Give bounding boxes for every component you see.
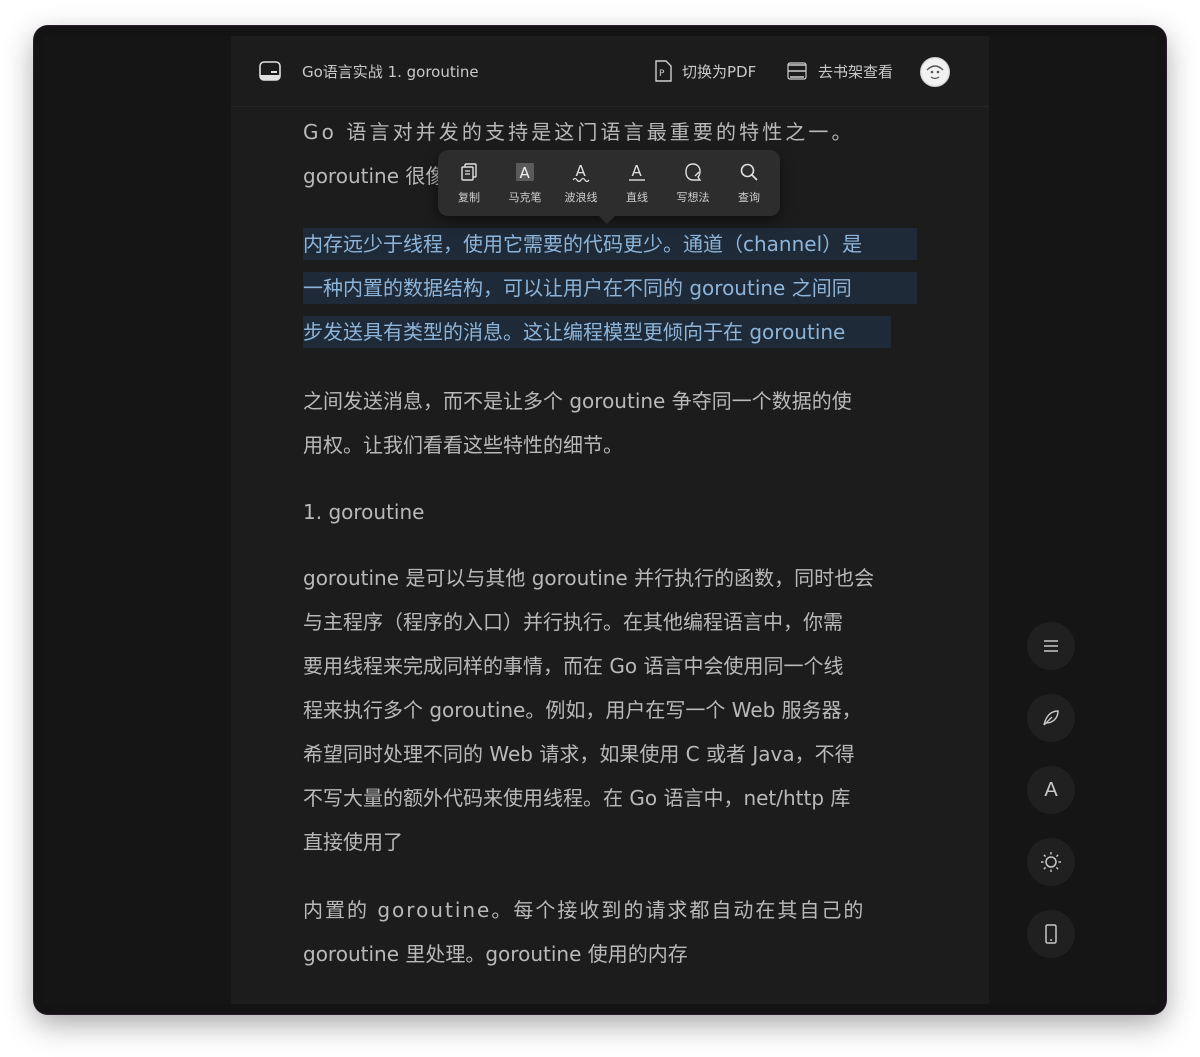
notes-button[interactable]	[1027, 694, 1075, 742]
lookup-label: 查询	[738, 191, 760, 204]
font-settings-button[interactable]: A	[1027, 766, 1075, 814]
text-line: 之间发送消息，而不是让多个 goroutine 争夺同一个数据的使	[303, 389, 852, 413]
switch-pdf-button[interactable]: P 切换为PDF	[654, 59, 756, 83]
wavy-underline-label: 波浪线	[564, 191, 598, 204]
reader-pane: Go语言实战 1. goroutine P 切换为PDF 去书架查看 Go 语言…	[231, 36, 989, 1004]
text-line: 程来执行多个 goroutine。例如，用户在写一个 Web 服务器，	[303, 698, 862, 722]
table-of-contents-button[interactable]	[1027, 622, 1075, 670]
copy-icon	[461, 163, 477, 181]
notes-leaf-icon	[1043, 710, 1059, 726]
switch-pdf-label: 切换为PDF	[682, 62, 757, 81]
wavy-underline-icon: A	[572, 162, 590, 182]
pdf-icon: P	[655, 60, 672, 82]
search-icon	[740, 163, 758, 181]
text-line: goroutine 里处理。goroutine 使用的内存	[303, 942, 688, 966]
highlighted-line[interactable]: 内存远少于线程，使用它需要的代码更少。通道（channel）是	[303, 228, 917, 260]
text-line: goroutine 很像	[303, 164, 446, 188]
write-thought-label: 写想法	[676, 191, 710, 204]
wavy-underline-button[interactable]: A 波浪线	[553, 150, 609, 216]
text-line: 希望同时处理不同的 Web 请求，如果使用 C 或者 Java，不得	[303, 742, 855, 766]
text-line: Go 语言对并发的支持是这门语言最重要的特性之一。	[303, 120, 855, 144]
window-content: Go语言实战 1. goroutine P 切换为PDF 去书架查看 Go 语言…	[44, 36, 1156, 1004]
marker-label: 马克笔	[508, 191, 542, 204]
user-avatar[interactable]	[920, 57, 950, 87]
menu-icon	[1044, 640, 1058, 652]
svg-text:A: A	[520, 164, 531, 182]
bookshelf-button[interactable]: 去书架查看	[786, 59, 893, 83]
straight-underline-icon: A	[629, 162, 645, 181]
svg-text:A: A	[576, 162, 587, 180]
lookup-button[interactable]: 查询	[721, 150, 777, 216]
phone-icon	[1045, 924, 1057, 944]
avatar-image-icon	[922, 59, 948, 85]
write-thought-button[interactable]: 写想法	[665, 150, 721, 216]
reader-header: Go语言实战 1. goroutine P 切换为PDF 去书架查看	[231, 36, 989, 107]
text-line: 与主程序（程序的入口）并行执行。在其他编程语言中，你需	[303, 610, 843, 634]
text-line: 要用线程来完成同样的事情，而在 Go 语言中会使用同一个线	[303, 654, 844, 678]
marker-button[interactable]: A 马克笔	[497, 150, 553, 216]
app-logo-icon[interactable]	[259, 60, 281, 82]
book-title: Go语言实战 1. goroutine	[302, 63, 479, 81]
selection-toolbar: 复制 A 马克笔 A 波浪线 A 直线 写想法 查询	[438, 150, 780, 224]
write-thought-icon	[685, 163, 702, 181]
copy-label: 复制	[458, 191, 480, 204]
marker-icon: A	[516, 163, 534, 182]
device-mode-button[interactable]	[1027, 910, 1075, 958]
highlighted-line[interactable]: 一种内置的数据结构，可以让用户在不同的 goroutine 之间同	[303, 272, 917, 304]
heading-text: 1. goroutine	[303, 500, 425, 524]
text-line: 内置的 goroutine。每个接收到的请求都自动在其自己的	[303, 898, 866, 922]
copy-button[interactable]: 复制	[441, 150, 497, 216]
svg-text:A: A	[632, 162, 643, 180]
svg-text:P: P	[659, 69, 665, 79]
highlighted-line[interactable]: 步发送具有类型的消息。这让编程模型更倾向于在 goroutine	[303, 316, 891, 348]
font-icon: A	[1044, 778, 1058, 801]
app-window: Go语言实战 1. goroutine P 切换为PDF 去书架查看 Go 语言…	[34, 26, 1166, 1014]
text-line: goroutine 是可以与其他 goroutine 并行执行的函数，同时也会	[303, 566, 875, 590]
brightness-icon	[1041, 852, 1061, 872]
brightness-button[interactable]	[1027, 838, 1075, 886]
text-line: 用权。让我们看看这些特性的细节。	[303, 433, 623, 457]
straight-underline-button[interactable]: A 直线	[609, 150, 665, 216]
bookshelf-label: 去书架查看	[818, 62, 894, 81]
straight-underline-label: 直线	[626, 191, 648, 204]
text-line: 不写大量的额外代码来使用线程。在 Go 语言中，net/http 库	[303, 786, 851, 810]
bookshelf-icon	[787, 62, 807, 80]
text-line: 直接使用了	[303, 830, 403, 854]
